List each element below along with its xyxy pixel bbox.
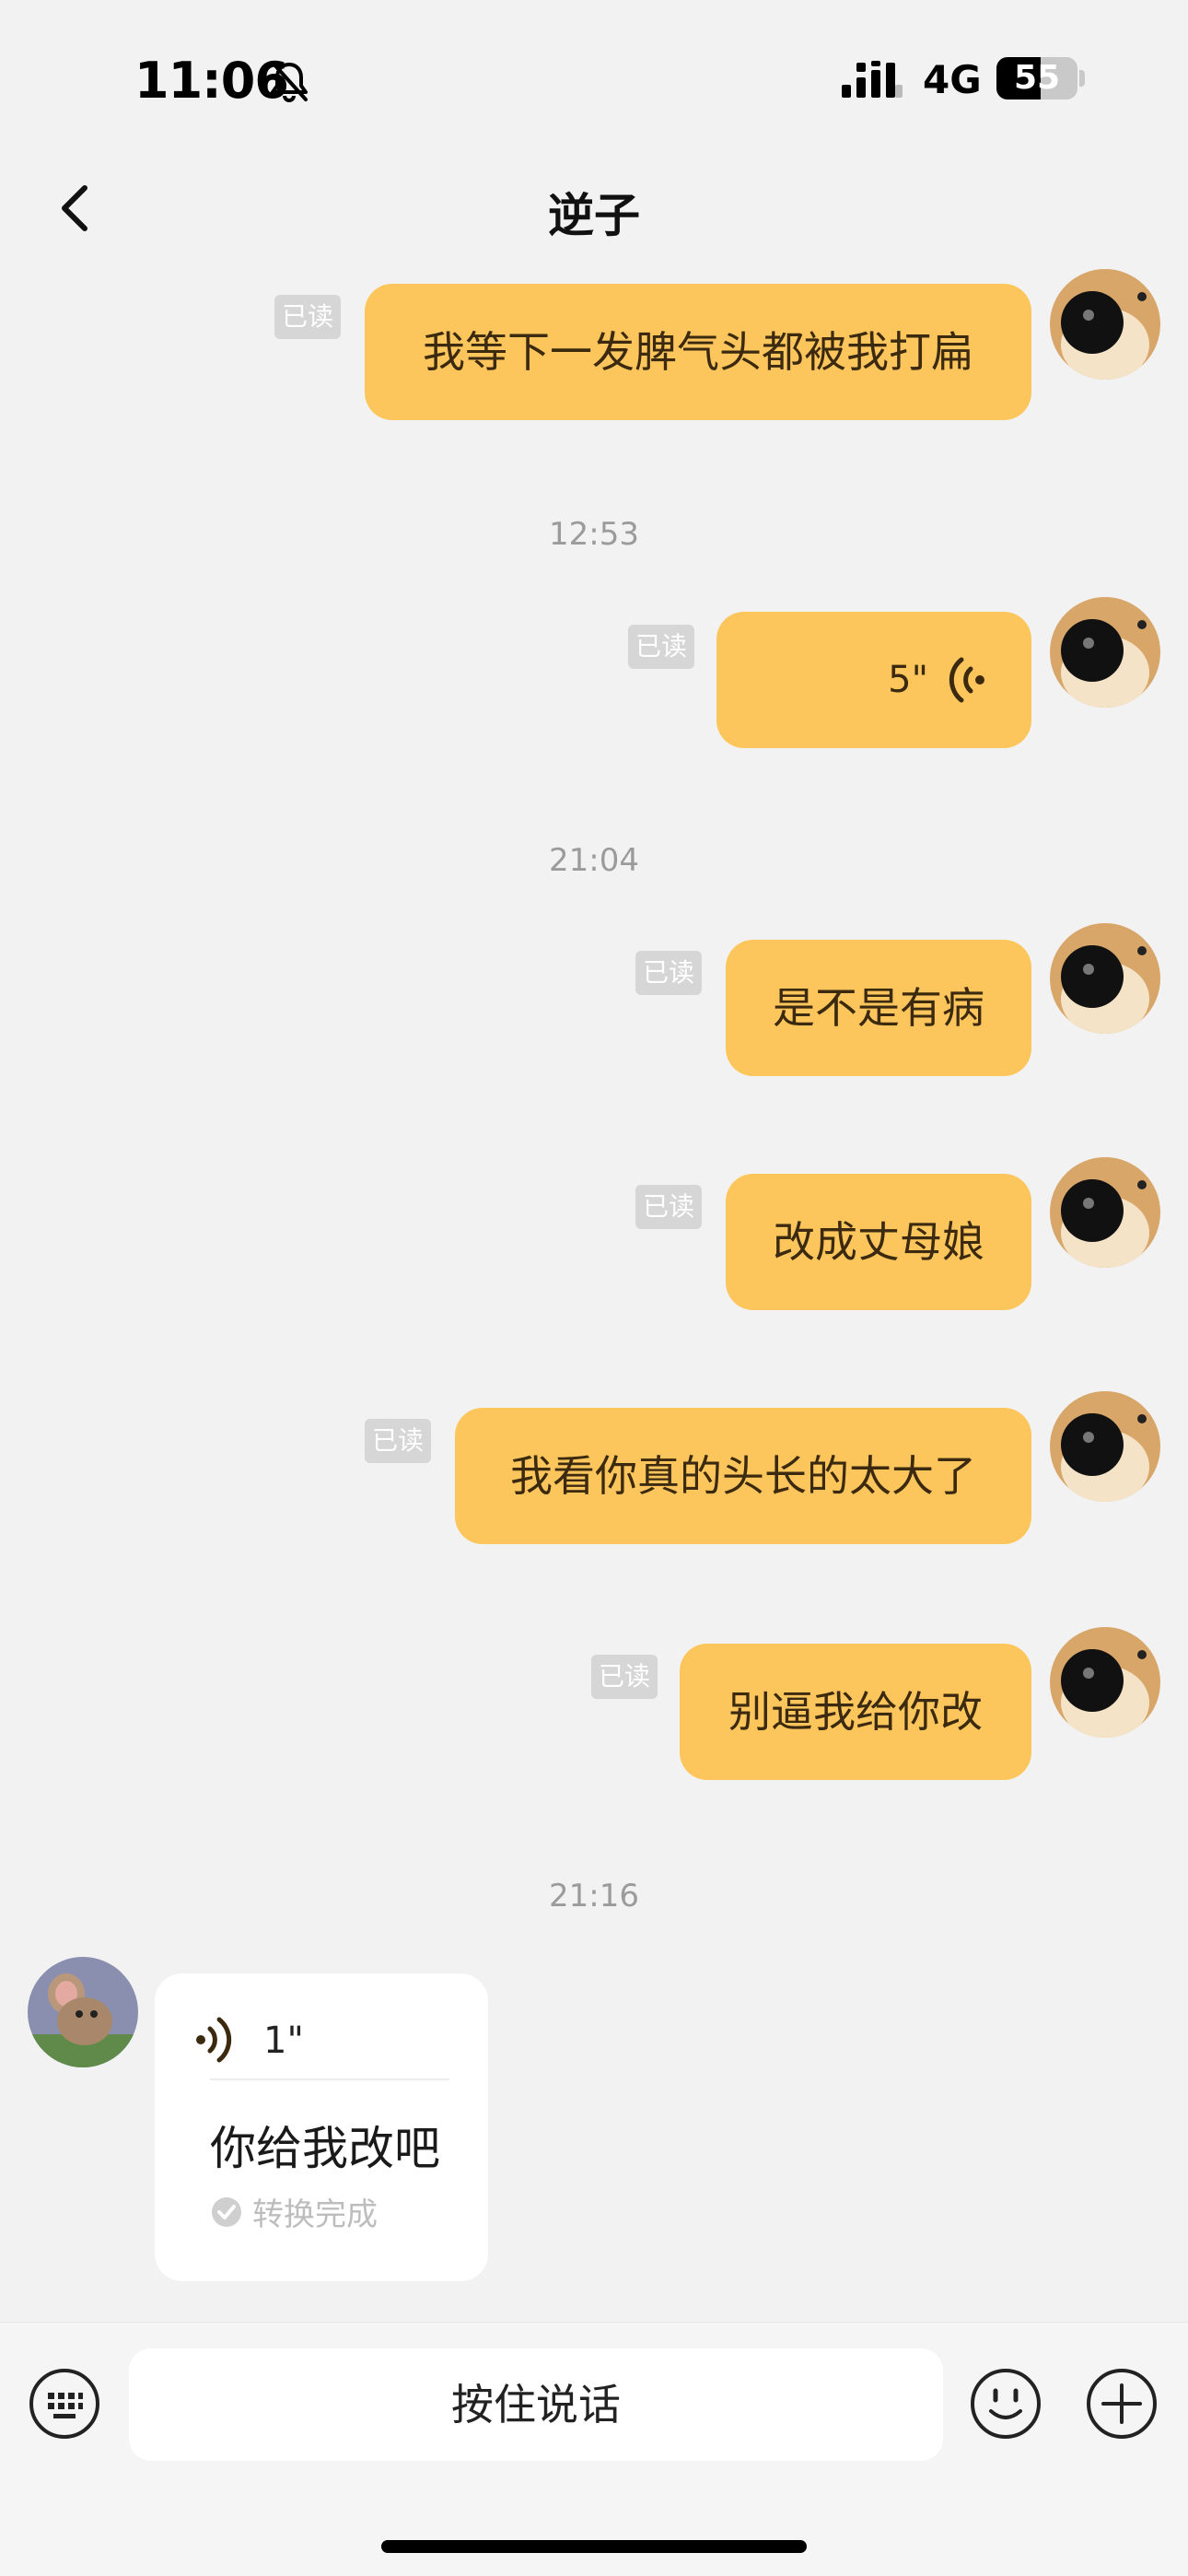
transcription-status: 转换完成 (210, 2189, 378, 2234)
self-avatar[interactable] (1050, 923, 1160, 1034)
outgoing-message-bubble[interactable]: 我看你真的头长的太大了 (455, 1408, 1031, 1544)
voice-wave-icon (949, 657, 984, 703)
outgoing-voice-bubble[interactable]: 5" (716, 612, 1031, 748)
cellular-signal-icon (842, 61, 903, 98)
network-type: 4G (923, 57, 982, 102)
incoming-voice-card[interactable]: 1" 你给我改吧 转换完成 (155, 1973, 488, 2281)
hold-to-talk-button[interactable]: 按住说话 (129, 2348, 943, 2461)
mute-bell-icon (271, 61, 308, 102)
read-receipt: 已读 (591, 1655, 658, 1699)
timestamp: 21:04 (549, 842, 639, 879)
outgoing-message-bubble[interactable]: 改成丈母娘 (726, 1174, 1031, 1310)
input-bar: 按住说话 (0, 2322, 1188, 2576)
divider (210, 2078, 449, 2080)
read-receipt: 已读 (635, 951, 702, 995)
self-avatar[interactable] (1050, 1157, 1160, 1268)
battery-level: 55 (1013, 59, 1061, 97)
emoji-icon[interactable] (969, 2367, 1042, 2441)
battery-icon: 55 (996, 57, 1077, 100)
voice-duration: 5" (888, 659, 928, 701)
self-avatar[interactable] (1050, 269, 1160, 380)
voice-duration: 1" (263, 2020, 304, 2062)
read-receipt: 已读 (635, 1185, 702, 1229)
voice-transcript: 你给我改吧 (210, 2122, 440, 2175)
timestamp: 21:16 (549, 1878, 639, 1914)
self-avatar[interactable] (1050, 1391, 1160, 1502)
status-bar: 11:06 4G 55 (0, 0, 1188, 138)
keyboard-icon[interactable] (28, 2367, 101, 2441)
read-receipt: 已读 (365, 1419, 431, 1463)
read-receipt: 已读 (274, 295, 341, 339)
plus-icon[interactable] (1085, 2367, 1159, 2441)
outgoing-message-bubble[interactable]: 我等下一发脾气头都被我打扁 (365, 284, 1031, 420)
outgoing-message-bubble[interactable]: 是不是有病 (726, 940, 1031, 1076)
self-avatar[interactable] (1050, 597, 1160, 708)
chat-header: 逆子 (0, 138, 1188, 276)
voice-wave-icon (196, 2017, 232, 2063)
read-receipt: 已读 (628, 625, 694, 669)
contact-name-title: 逆子 (548, 189, 640, 242)
check-circle-icon (212, 2196, 241, 2227)
transcription-status-text: 转换完成 (252, 2196, 378, 2233)
self-avatar[interactable] (1050, 1627, 1160, 1738)
timestamp: 12:53 (549, 516, 639, 553)
outgoing-message-bubble[interactable]: 别逼我给你改 (680, 1644, 1031, 1780)
home-indicator (381, 2540, 807, 2553)
battery-cap (1079, 70, 1085, 87)
contact-avatar[interactable] (28, 1957, 138, 2067)
